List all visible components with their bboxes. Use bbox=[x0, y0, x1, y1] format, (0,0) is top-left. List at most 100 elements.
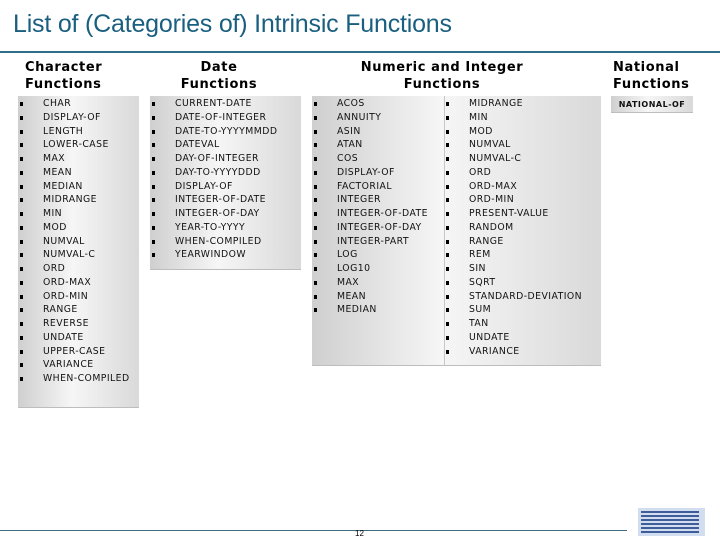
bullet-icon bbox=[446, 239, 449, 244]
bullet-icon bbox=[446, 170, 449, 175]
function-name: LENGTH bbox=[43, 125, 84, 137]
title-divider bbox=[0, 51, 720, 53]
function-list-item: INTEGER-OF-DAY bbox=[150, 207, 277, 221]
heading-line: Date bbox=[200, 60, 238, 75]
function-list-item: ORD-MIN bbox=[18, 290, 130, 304]
bullet-icon bbox=[20, 280, 23, 285]
bullet-icon bbox=[446, 253, 449, 258]
function-name: INTEGER-OF-DAY bbox=[175, 208, 260, 219]
function-name: DISPLAY-OF bbox=[175, 180, 233, 192]
function-name: DATE-OF-INTEGER bbox=[175, 111, 267, 123]
function-name: MOD bbox=[469, 125, 493, 137]
function-list-item: MEDIAN bbox=[18, 180, 130, 194]
bullet-icon bbox=[314, 170, 317, 175]
function-name: DATEVAL bbox=[175, 139, 220, 151]
function-list-item: WHEN-COMPILED bbox=[150, 235, 277, 249]
bullet-icon bbox=[20, 363, 23, 368]
bullet-icon bbox=[20, 115, 23, 120]
function-list-item: ORD-MAX bbox=[444, 180, 582, 194]
function-list-item: ATAN bbox=[312, 138, 428, 152]
function-name: ASIN bbox=[337, 125, 361, 137]
bullet-icon bbox=[20, 322, 23, 326]
function-list-item: UPPER-CASE bbox=[18, 345, 130, 359]
function-list-item: DISPLAY-OF bbox=[312, 166, 428, 180]
footer-divider bbox=[0, 530, 627, 531]
function-list-item: LOG bbox=[312, 248, 428, 262]
function-list-item: NUMVAL bbox=[18, 235, 130, 249]
date-functions-list: CURRENT-DATE DATE-OF-INTEGER DATE-TO-YYYYM… bbox=[150, 97, 277, 262]
bullet-icon bbox=[20, 239, 23, 244]
function-list-item: TAN bbox=[444, 317, 582, 331]
logo-stripe bbox=[641, 519, 699, 521]
bullet-icon bbox=[446, 308, 449, 313]
function-name: FACTORIAL bbox=[337, 180, 392, 192]
bullet-icon bbox=[446, 349, 449, 354]
bullet-icon bbox=[20, 102, 23, 106]
bullet-icon bbox=[446, 129, 449, 134]
bullet-icon bbox=[152, 212, 155, 216]
function-name: MEAN bbox=[43, 166, 73, 178]
bullet-icon bbox=[20, 267, 23, 271]
function-list-item: CURRENT-DATE bbox=[150, 97, 277, 111]
function-name: SQRT bbox=[469, 276, 496, 288]
bullet-icon bbox=[446, 322, 449, 326]
national-functions-heading: National Functions bbox=[613, 59, 689, 93]
function-list-item: MAX bbox=[312, 276, 428, 290]
function-list-item: LOWER-CASE bbox=[18, 138, 130, 152]
function-name: MAX bbox=[43, 153, 66, 164]
bullet-icon bbox=[446, 184, 449, 189]
function-name: MEAN bbox=[337, 290, 367, 302]
bullet-icon bbox=[446, 225, 449, 230]
bullet-icon bbox=[20, 184, 23, 189]
function-list-item: YEAR-TO-YYYY bbox=[150, 221, 277, 235]
function-name: RANDOM bbox=[469, 221, 514, 233]
bullet-icon bbox=[20, 335, 23, 340]
function-name: ORD-MIN bbox=[469, 194, 515, 206]
bullet-icon bbox=[20, 294, 23, 299]
function-list-item: COS bbox=[312, 152, 428, 166]
function-name: MOD bbox=[43, 221, 67, 233]
function-name: WHEN-COMPILED bbox=[175, 235, 262, 247]
bullet-icon bbox=[20, 349, 23, 354]
function-list-item: DATE-OF-INTEGER bbox=[150, 111, 277, 125]
function-list-item: LENGTH bbox=[18, 125, 130, 139]
function-list-item: MOD bbox=[444, 125, 582, 139]
function-list-item: STANDARD-DEVIATION bbox=[444, 290, 582, 304]
bullet-icon bbox=[152, 239, 155, 244]
function-name: YEARWINDOW bbox=[175, 249, 247, 261]
function-name: LOWER-CASE bbox=[43, 139, 109, 151]
function-name: SIN bbox=[469, 263, 486, 274]
bullet-icon bbox=[152, 225, 155, 230]
function-list-item: UNDATE bbox=[444, 331, 582, 345]
bullet-icon bbox=[446, 198, 449, 203]
bullet-icon bbox=[446, 335, 449, 340]
date-functions-heading: Date Functions bbox=[180, 59, 258, 93]
page-title: List of (Categories of) Intrinsic Functi… bbox=[13, 10, 452, 38]
function-list-item: ORD-MAX bbox=[18, 276, 130, 290]
bullet-icon bbox=[446, 157, 449, 161]
bullet-icon bbox=[314, 129, 317, 134]
function-name: SUM bbox=[469, 304, 492, 316]
function-list-item: INTEGER-OF-DATE bbox=[312, 207, 428, 221]
function-list-item: FACTORIAL bbox=[312, 180, 428, 194]
function-name: REVERSE bbox=[43, 318, 89, 329]
bullet-icon bbox=[314, 115, 317, 120]
bullet-icon bbox=[20, 377, 23, 381]
function-name: MIN bbox=[469, 111, 489, 123]
function-name: VARIANCE bbox=[43, 359, 94, 371]
function-list-item: VARIANCE bbox=[18, 358, 130, 372]
function-name: NUMVAL-C bbox=[43, 249, 96, 261]
function-name: NUMVAL-C bbox=[469, 153, 522, 164]
function-list-item: MIDRANGE bbox=[18, 193, 130, 207]
function-list-item: NUMVAL-C bbox=[18, 248, 130, 262]
function-name: PRESENT-VALUE bbox=[469, 208, 549, 219]
function-list-item: DATEVAL bbox=[150, 138, 277, 152]
bullet-icon bbox=[314, 198, 317, 203]
function-name: INTEGER-OF-DATE bbox=[337, 208, 428, 219]
function-list-item: ANNUITY bbox=[312, 111, 428, 125]
function-list-item: NUMVAL-C bbox=[444, 152, 582, 166]
function-name: RANGE bbox=[469, 235, 504, 247]
function-list-item: SQRT bbox=[444, 276, 582, 290]
function-list-item: SUM bbox=[444, 303, 582, 317]
function-name: DAY-TO-YYYYDDD bbox=[175, 166, 261, 178]
